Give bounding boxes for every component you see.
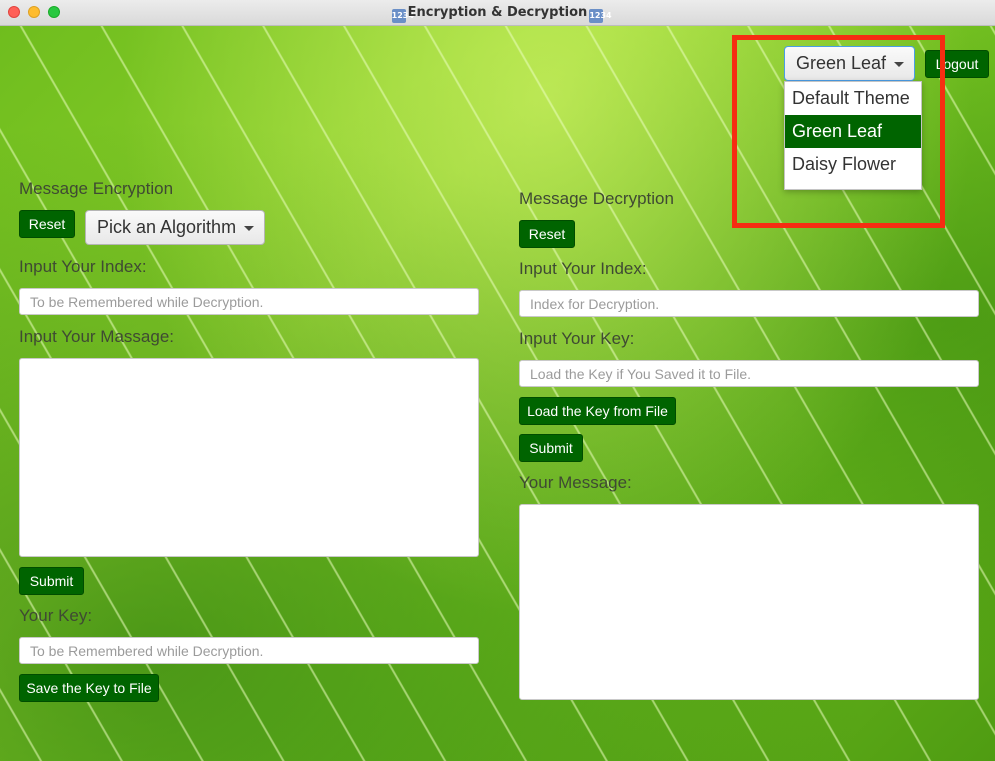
encryption-heading: Message Encryption — [19, 179, 174, 198]
chevron-down-icon — [244, 225, 254, 231]
decryption-index-input[interactable]: Index for Decryption. — [519, 290, 979, 317]
decryption-submit-button[interactable]: Submit — [519, 434, 583, 462]
decryption-index-placeholder: Index for Decryption. — [530, 295, 660, 312]
numbers-icon: 1234 — [589, 9, 612, 23]
encryption-key-placeholder: To be Remembered while Decryption. — [30, 642, 264, 659]
window-title: Encryption & Decryption — [407, 5, 588, 20]
encryption-message-label: Input Your Massage: — [19, 327, 175, 346]
encryption-index-input[interactable]: To be Remembered while Decryption. — [19, 288, 479, 315]
encryption-reset-button[interactable]: Reset — [19, 210, 75, 238]
algorithm-selector-placeholder: Pick an Algorithm — [97, 217, 237, 237]
decryption-key-label: Input Your Key: — [519, 329, 635, 348]
numbers-icon: 1234 — [391, 9, 414, 23]
encryption-index-label: Input Your Index: — [19, 257, 147, 276]
decryption-index-label: Input Your Index: — [519, 259, 647, 278]
encryption-submit-button[interactable]: Submit — [19, 567, 84, 595]
decryption-message-textarea[interactable] — [519, 504, 979, 700]
load-key-button[interactable]: Load the Key from File — [519, 397, 676, 425]
algorithm-selector[interactable]: Pick an Algorithm — [85, 210, 265, 245]
encryption-key-input[interactable]: To be Remembered while Decryption. — [19, 637, 479, 664]
decryption-reset-button[interactable]: Reset — [519, 220, 575, 248]
encryption-key-label: Your Key: — [19, 606, 93, 625]
decryption-message-label: Your Message: — [519, 473, 632, 492]
title-bar: 1234Encryption & Decryption 1234 — [0, 0, 995, 26]
main-content: Green Leaf Logout Message Encryption Res… — [0, 26, 995, 761]
window-title-wrap: 1234Encryption & Decryption 1234 — [0, 5, 995, 23]
encryption-index-placeholder: To be Remembered while Decryption. — [30, 293, 264, 310]
highlight-annotation-box — [732, 35, 945, 228]
decryption-key-input[interactable]: Load the Key if You Saved it to File. — [519, 360, 979, 387]
save-key-button[interactable]: Save the Key to File — [19, 674, 159, 702]
encryption-message-textarea[interactable] — [19, 358, 479, 557]
decryption-heading: Message Decryption — [519, 189, 674, 208]
decryption-key-placeholder: Load the Key if You Saved it to File. — [530, 365, 752, 382]
